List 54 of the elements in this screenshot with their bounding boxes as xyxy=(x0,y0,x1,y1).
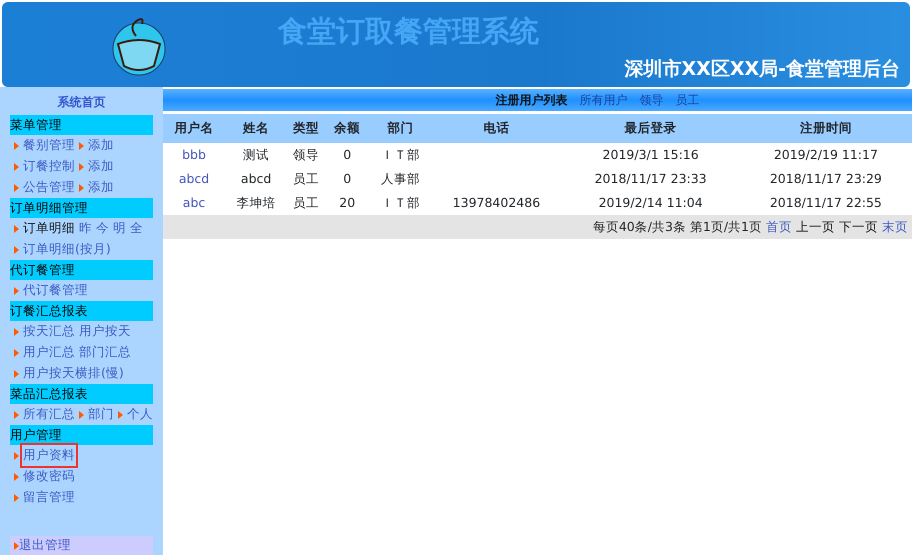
pager-summary: 每页40条/共3条 第1页/共1页 xyxy=(592,218,762,236)
section-header: 菜品汇总报表 xyxy=(10,384,153,404)
menu-link[interactable]: 全 xyxy=(130,219,143,238)
menu-link[interactable]: 餐别管理 xyxy=(23,136,75,155)
menu-link[interactable]: 用户资料 xyxy=(23,446,75,465)
home-link[interactable]: 系统首页 xyxy=(0,91,163,115)
menu-link[interactable]: 添加 xyxy=(88,157,114,176)
menu-link[interactable]: 明 xyxy=(113,219,126,238)
column-header: 余额 xyxy=(325,114,370,143)
arrow-icon xyxy=(14,542,19,550)
pager-link[interactable]: 末页 xyxy=(882,218,908,236)
section-header: 菜单管理 xyxy=(10,115,153,135)
filter-link[interactable]: 领导 xyxy=(640,91,664,109)
menu-link[interactable]: 订单明细 xyxy=(23,219,75,238)
username-link[interactable]: abcd xyxy=(178,170,210,186)
menu-link[interactable]: 留言管理 xyxy=(23,488,75,507)
column-header: 电话 xyxy=(431,114,562,143)
filter-link[interactable]: 所有用户 xyxy=(580,91,628,109)
menu-link[interactable]: 修改密码 xyxy=(23,467,75,486)
menu-link[interactable]: 添加 xyxy=(88,136,114,155)
menu-link[interactable]: 公告管理 xyxy=(23,178,75,197)
list-title: 注册用户列表 xyxy=(496,92,568,109)
pager-link[interactable]: 首页 xyxy=(766,218,792,236)
menu-link[interactable]: 个人 xyxy=(127,405,153,424)
menu-link[interactable]: 部门汇总 xyxy=(79,343,131,362)
menu-link[interactable]: 按天汇总 xyxy=(23,322,75,341)
column-header: 最后登录 xyxy=(562,114,740,143)
filter-link[interactable]: 员工 xyxy=(676,91,700,109)
menu-link[interactable]: 用户按天横排(慢) xyxy=(23,364,124,383)
section-header: 订单明细管理 xyxy=(10,198,153,218)
username-link[interactable]: bbb xyxy=(182,146,206,162)
column-header: 用户名 xyxy=(163,114,226,143)
section-header: 用户管理 xyxy=(10,425,153,445)
menu-link[interactable]: 今 xyxy=(96,219,109,238)
pager-link: 下一页 xyxy=(839,218,878,236)
section-header: 订餐汇总报表 xyxy=(10,301,153,321)
menu-link[interactable]: 部门 xyxy=(88,405,114,424)
menu-link[interactable]: 用户汇总 xyxy=(23,343,75,362)
site-subtitle: 深圳市XX区XX局-食堂管理后台 xyxy=(624,56,900,82)
section-header: 代订餐管理 xyxy=(10,260,153,280)
column-header: 类型 xyxy=(287,114,326,143)
menu-link[interactable]: 订单明细(按月) xyxy=(23,240,111,259)
menu-link[interactable]: 用户按天 xyxy=(79,322,131,341)
menu-link[interactable]: 添加 xyxy=(88,178,114,197)
column-header: 注册时间 xyxy=(740,114,912,143)
menu-link[interactable]: 所有汇总 xyxy=(23,405,75,424)
pager-link: 上一页 xyxy=(796,218,835,236)
exit-link[interactable]: 退出管理 xyxy=(19,536,71,555)
menu-link[interactable]: 昨 xyxy=(79,219,92,238)
column-header: 姓名 xyxy=(225,114,288,143)
menu-link[interactable]: 代订餐管理 xyxy=(23,281,88,300)
username-link[interactable]: abc xyxy=(182,194,206,210)
column-header: 部门 xyxy=(369,114,432,143)
menu-link[interactable]: 订餐控制 xyxy=(23,157,75,176)
